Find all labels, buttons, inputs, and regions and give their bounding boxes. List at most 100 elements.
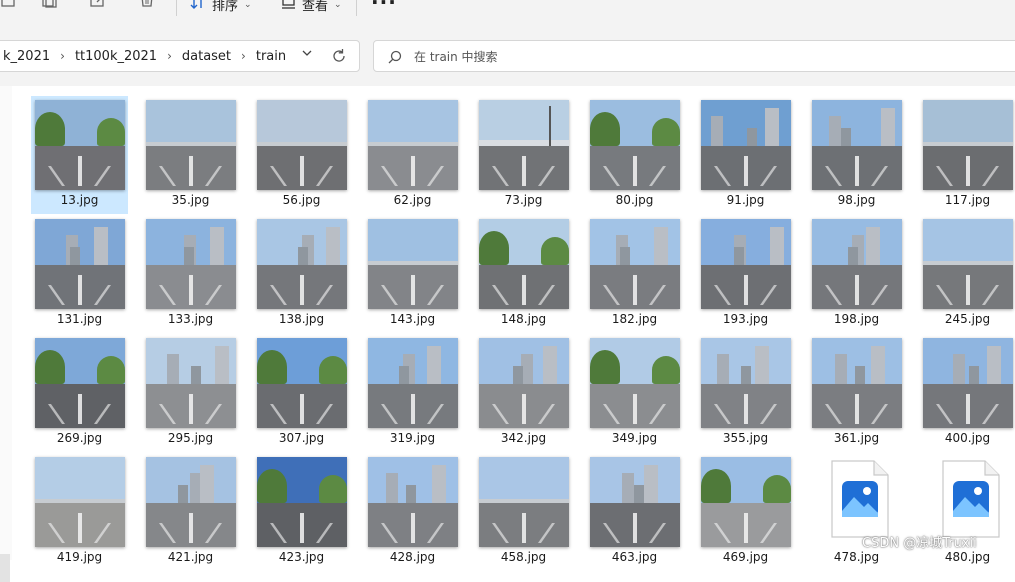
image-thumbnail	[257, 219, 347, 309]
file-item[interactable]: 245.jpg	[919, 215, 1015, 333]
file-item[interactable]: 342.jpg	[475, 334, 572, 452]
file-name: 133.jpg	[167, 312, 214, 326]
image-thumbnail	[590, 100, 680, 190]
image-thumbnail	[701, 457, 791, 547]
file-item[interactable]: 269.jpg	[31, 334, 128, 452]
file-name: 131.jpg	[56, 312, 103, 326]
file-name: 428.jpg	[389, 550, 436, 564]
file-name: 56.jpg	[282, 193, 321, 207]
watermark: CSDN @凉城Truxii	[862, 536, 977, 551]
file-item[interactable]: 295.jpg	[142, 334, 239, 452]
image-thumbnail	[812, 219, 902, 309]
file-name: 478.jpg	[833, 550, 880, 564]
file-item[interactable]: 56.jpg	[253, 96, 350, 214]
file-name: 361.jpg	[833, 431, 880, 445]
file-name: 269.jpg	[56, 431, 103, 445]
image-thumbnail	[35, 219, 125, 309]
file-name: 62.jpg	[393, 193, 432, 207]
file-name: 138.jpg	[278, 312, 325, 326]
file-name: 463.jpg	[611, 550, 658, 564]
image-thumbnail	[146, 457, 236, 547]
image-thumbnail	[146, 338, 236, 428]
file-item[interactable]: 98.jpg	[808, 96, 905, 214]
file-name: 182.jpg	[611, 312, 658, 326]
file-name: 419.jpg	[56, 550, 103, 564]
file-item[interactable]: 131.jpg	[31, 215, 128, 333]
image-file-icon	[941, 459, 1001, 539]
file-name: 421.jpg	[167, 550, 214, 564]
image-thumbnail	[590, 219, 680, 309]
file-item[interactable]: 182.jpg	[586, 215, 683, 333]
file-name: 143.jpg	[389, 312, 436, 326]
file-item[interactable]: 143.jpg	[364, 215, 461, 333]
file-name: 198.jpg	[833, 312, 880, 326]
file-item[interactable]: 307.jpg	[253, 334, 350, 452]
image-thumbnail	[812, 100, 902, 190]
file-item[interactable]: 361.jpg	[808, 334, 905, 452]
file-name: 349.jpg	[611, 431, 658, 445]
image-thumbnail	[479, 457, 569, 547]
file-item[interactable]: 193.jpg	[697, 215, 794, 333]
image-thumbnail	[590, 338, 680, 428]
file-item[interactable]: 198.jpg	[808, 215, 905, 333]
file-item[interactable]: 349.jpg	[586, 334, 683, 452]
image-thumbnail	[923, 100, 1013, 190]
image-thumbnail	[368, 100, 458, 190]
file-item[interactable]: 428.jpg	[364, 453, 461, 571]
file-name: 148.jpg	[500, 312, 547, 326]
image-thumbnail	[701, 338, 791, 428]
file-item[interactable]: 319.jpg	[364, 334, 461, 452]
image-thumbnail	[368, 219, 458, 309]
file-name: 307.jpg	[278, 431, 325, 445]
file-name: 35.jpg	[171, 193, 210, 207]
file-item[interactable]: 400.jpg	[919, 334, 1015, 452]
file-item[interactable]: 133.jpg	[142, 215, 239, 333]
file-name: 469.jpg	[722, 550, 769, 564]
file-item[interactable]: 469.jpg	[697, 453, 794, 571]
file-name: 423.jpg	[278, 550, 325, 564]
file-name: 80.jpg	[615, 193, 654, 207]
file-name: 295.jpg	[167, 431, 214, 445]
file-item[interactable]: 419.jpg	[31, 453, 128, 571]
image-thumbnail	[35, 100, 125, 190]
image-thumbnail	[701, 219, 791, 309]
file-item[interactable]: 117.jpg	[919, 96, 1015, 214]
file-name: 91.jpg	[726, 193, 765, 207]
file-name: 245.jpg	[944, 312, 991, 326]
file-item[interactable]: 91.jpg	[697, 96, 794, 214]
file-item[interactable]: 458.jpg	[475, 453, 572, 571]
image-thumbnail	[368, 338, 458, 428]
image-file-icon	[830, 459, 890, 539]
image-thumbnail	[368, 457, 458, 547]
file-item[interactable]: 13.jpg	[31, 96, 128, 214]
image-thumbnail	[479, 338, 569, 428]
file-item[interactable]: 35.jpg	[142, 96, 239, 214]
file-item[interactable]: 80.jpg	[586, 96, 683, 214]
file-item[interactable]: 423.jpg	[253, 453, 350, 571]
file-item[interactable]: 62.jpg	[364, 96, 461, 214]
image-thumbnail	[35, 338, 125, 428]
file-name: 117.jpg	[944, 193, 991, 207]
file-name: 13.jpg	[60, 193, 99, 207]
file-name: 319.jpg	[389, 431, 436, 445]
image-thumbnail	[257, 338, 347, 428]
file-item[interactable]: 421.jpg	[142, 453, 239, 571]
file-item[interactable]: 463.jpg	[586, 453, 683, 571]
file-item[interactable]: 148.jpg	[475, 215, 572, 333]
file-name: 480.jpg	[944, 550, 991, 564]
file-name: 342.jpg	[500, 431, 547, 445]
file-item[interactable]: 355.jpg	[697, 334, 794, 452]
file-item[interactable]: 480.jpg	[919, 453, 1015, 571]
file-grid: 13.jpg 35.jpg 56.jpg 62.jpg 73.jpg 80.jpg 91.j…	[0, 0, 1015, 564]
file-name: 400.jpg	[944, 431, 991, 445]
file-item[interactable]: 73.jpg	[475, 96, 572, 214]
image-thumbnail	[590, 457, 680, 547]
image-thumbnail	[479, 100, 569, 190]
image-thumbnail	[146, 100, 236, 190]
image-thumbnail	[812, 338, 902, 428]
image-thumbnail	[257, 100, 347, 190]
image-thumbnail	[923, 219, 1013, 309]
image-thumbnail	[257, 457, 347, 547]
file-item[interactable]: 478.jpg	[808, 453, 905, 571]
file-item[interactable]: 138.jpg	[253, 215, 350, 333]
